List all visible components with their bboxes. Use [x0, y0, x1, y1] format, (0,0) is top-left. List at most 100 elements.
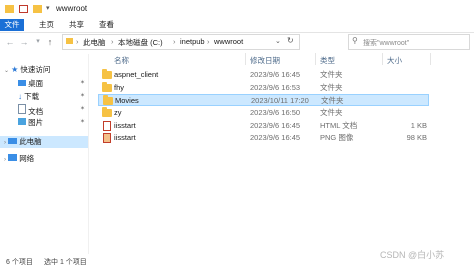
chevron-down-icon[interactable]: ⌄ — [4, 68, 9, 74]
folder-icon — [102, 107, 112, 117]
table-row[interactable]: fhy 2023/9/6 16:53 文件夹 — [98, 82, 429, 94]
search-input[interactable]: ⚲ 搜索"wwwroot" — [348, 34, 470, 50]
back-icon[interactable]: ← — [4, 36, 16, 48]
star-icon: ★ — [11, 65, 19, 74]
item-count: 6 个项目 — [6, 259, 33, 266]
window-title: wwwroot — [56, 4, 88, 13]
recent-locations-icon[interactable]: ▾ — [32, 36, 44, 48]
breadcrumb-this-pc[interactable]: 此电脑 — [83, 37, 106, 48]
desktop-icon — [18, 80, 26, 86]
breadcrumb-separator-icon: › — [173, 37, 176, 46]
column-header-name[interactable]: 名称 — [114, 55, 129, 66]
tab-file[interactable]: 文件 — [0, 19, 24, 31]
sidebar-item-documents[interactable]: 文档 — [18, 104, 43, 116]
breadcrumb-separator-icon: › — [207, 37, 210, 46]
file-modified: 2023/9/6 16:45 — [250, 121, 301, 130]
table-row[interactable]: zy 2023/9/6 16:50 文件夹 — [98, 107, 429, 119]
file-size: 1 KB — [410, 121, 427, 130]
ribbon: 文件 主页 共享 查看 — [0, 18, 474, 33]
file-name: iisstart — [114, 133, 136, 142]
column-divider[interactable] — [430, 53, 431, 65]
tab-share[interactable]: 共享 — [66, 19, 87, 31]
file-size: 98 KB — [406, 133, 427, 142]
breadcrumb-wwwroot[interactable]: wwwroot — [214, 37, 243, 46]
documents-icon — [18, 104, 26, 114]
file-type: 文件夹 — [320, 83, 343, 92]
column-divider[interactable] — [315, 53, 316, 65]
table-row[interactable]: Movies 2023/10/11 17:20 文件夹 — [98, 94, 429, 106]
pin-icon[interactable]: ✶ — [80, 79, 85, 86]
table-row[interactable]: iisstart 2023/9/6 16:45 PNG 图像 98 KB — [98, 132, 429, 144]
selection-count: 选中 1 个项目 — [44, 259, 87, 266]
pin-icon[interactable]: ✶ — [80, 92, 85, 99]
column-divider[interactable] — [245, 53, 246, 65]
address-dropdown-icon[interactable]: ⌄ — [275, 37, 281, 45]
chevron-right-icon[interactable]: › — [4, 157, 6, 163]
table-row[interactable]: aspnet_client 2023/9/6 16:45 文件夹 — [98, 69, 429, 81]
sidebar-item-label: 快速访问 — [20, 65, 51, 74]
file-name: zy — [114, 108, 122, 117]
folder-icon — [102, 69, 112, 79]
up-icon[interactable]: ↑ — [44, 36, 56, 48]
quick-access-dropdown-icon[interactable]: ▾ — [46, 4, 50, 12]
file-name: aspnet_client — [114, 70, 159, 79]
column-header-modified[interactable]: 修改日期 — [250, 55, 280, 66]
column-header-size[interactable]: 大小 — [387, 55, 402, 66]
sidebar-item-label: 网络 — [19, 154, 35, 163]
column-divider[interactable] — [382, 53, 383, 65]
breadcrumb-inetpub[interactable]: inetpub — [180, 37, 205, 46]
download-icon: ↓ — [18, 92, 22, 101]
table-row[interactable]: iisstart 2023/9/6 16:45 HTML 文档 1 KB — [98, 120, 429, 132]
sidebar-item-downloads[interactable]: ↓ 下载 — [18, 91, 39, 103]
address-bar[interactable]: › 此电脑 › 本地磁盘 (C:) › inetpub › wwwroot ⌄ … — [62, 34, 300, 50]
file-modified: 2023/9/6 16:53 — [250, 83, 301, 92]
file-name: iisstart — [114, 121, 136, 130]
sidebar-item-label: 下载 — [24, 92, 40, 101]
search-icon: ⚲ — [352, 36, 358, 45]
file-modified: 2023/9/6 16:50 — [250, 108, 301, 117]
pin-icon[interactable]: ✶ — [80, 118, 85, 125]
sidebar-item-label: 图片 — [28, 118, 44, 127]
sidebar-item-network[interactable]: › 网络 — [4, 153, 34, 165]
file-type: 文件夹 — [321, 96, 344, 105]
column-header-type[interactable]: 类型 — [320, 55, 335, 66]
sidebar-item-desktop[interactable]: 桌面 — [18, 78, 43, 90]
title-bar: ▾ wwwroot — [0, 0, 474, 18]
file-type: HTML 文档 — [320, 121, 358, 130]
folder-icon — [5, 5, 14, 13]
file-name: Movies — [115, 96, 139, 105]
refresh-icon[interactable]: ↻ — [287, 36, 294, 45]
png-file-icon — [103, 133, 111, 143]
sidebar-item-pictures[interactable]: 图片 — [18, 117, 43, 129]
folder-icon — [66, 38, 73, 44]
sidebar-item-quick-access[interactable]: ⌄ ★ 快速访问 — [4, 64, 50, 76]
breadcrumb-separator-icon: › — [111, 37, 114, 46]
file-type: 文件夹 — [320, 70, 343, 79]
file-modified: 2023/10/11 17:20 — [251, 96, 309, 105]
folder-icon — [103, 95, 113, 105]
sidebar-item-this-pc[interactable]: › 此电脑 — [0, 136, 88, 148]
properties-icon[interactable] — [19, 5, 28, 13]
chevron-right-icon[interactable]: › — [4, 140, 6, 146]
network-icon — [8, 154, 18, 161]
file-modified: 2023/9/6 16:45 — [250, 70, 301, 79]
breadcrumb-separator-icon: › — [76, 37, 79, 46]
forward-icon[interactable]: → — [18, 36, 30, 48]
sidebar-item-label: 文档 — [28, 107, 44, 116]
breadcrumb-local-disk[interactable]: 本地磁盘 (C:) — [118, 37, 163, 48]
computer-icon — [8, 138, 18, 144]
tab-home[interactable]: 主页 — [36, 19, 57, 31]
html-file-icon — [103, 121, 111, 131]
sidebar: ⌄ ★ 快速访问 桌面 ✶ ↓ 下载 ✶ 文档 ✶ 图片 ✶ › 此电脑 › 网… — [0, 54, 89, 254]
sidebar-item-label: 此电脑 — [19, 137, 42, 146]
new-folder-icon[interactable] — [33, 5, 42, 13]
file-modified: 2023/9/6 16:45 — [250, 133, 301, 142]
pin-icon[interactable]: ✶ — [80, 105, 85, 112]
search-placeholder: 搜索"wwwroot" — [363, 40, 410, 47]
file-name: fhy — [114, 83, 125, 92]
folder-icon — [102, 82, 112, 92]
file-type: 文件夹 — [320, 108, 343, 117]
file-type: PNG 图像 — [320, 133, 354, 142]
tab-view[interactable]: 查看 — [96, 19, 117, 31]
sidebar-item-label: 桌面 — [28, 79, 44, 88]
